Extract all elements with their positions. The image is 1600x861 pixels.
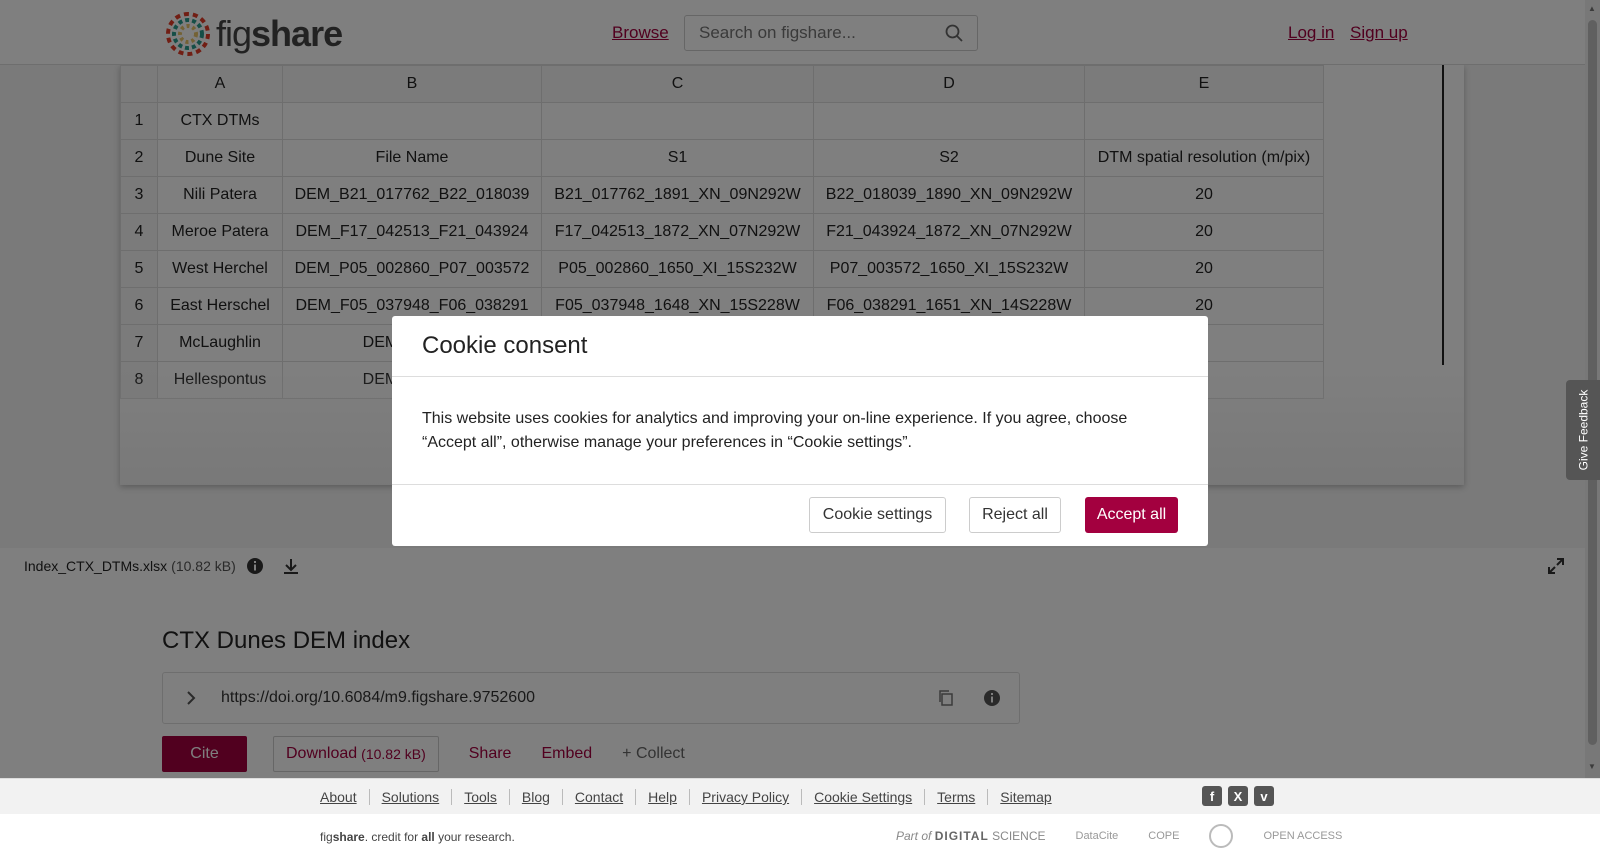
- cookie-body: This website uses cookies for analytics …: [392, 377, 1208, 485]
- footer-link[interactable]: Help: [636, 789, 690, 805]
- footer-link[interactable]: Terms: [925, 789, 989, 805]
- cope-logo[interactable]: COPE: [1148, 830, 1179, 842]
- digital-science-logo[interactable]: Part of DIGITAL SCIENCE: [896, 829, 1046, 843]
- x-twitter-icon[interactable]: X: [1228, 786, 1248, 806]
- footer-link[interactable]: About: [320, 789, 370, 805]
- vimeo-icon[interactable]: v: [1254, 786, 1274, 806]
- footer-link[interactable]: Sitemap: [988, 789, 1063, 805]
- social-links: f X v: [1202, 786, 1274, 806]
- footer-links: About Solutions Tools Blog Contact Help Privac…: [320, 789, 1064, 805]
- footer-bottom: figshare. credit for all your research. …: [0, 814, 1600, 861]
- accept-all-button[interactable]: Accept all: [1085, 497, 1178, 533]
- datacite-logo[interactable]: DataCite: [1076, 830, 1119, 842]
- open-access-logo[interactable]: OPEN ACCESS: [1263, 830, 1342, 842]
- tagline: figshare. credit for all your research.: [320, 830, 515, 844]
- reject-all-button[interactable]: Reject all: [969, 497, 1061, 533]
- footer-link[interactable]: Privacy Policy: [690, 789, 803, 805]
- footer-link[interactable]: Contact: [563, 789, 637, 805]
- partner-logos: Part of DIGITAL SCIENCE DataCite COPE OP…: [896, 824, 1342, 848]
- cookie-actions: Cookie settings Reject all Accept all: [392, 485, 1208, 545]
- footer-link[interactable]: Solutions: [370, 789, 453, 805]
- cookie-settings-button[interactable]: Cookie settings: [809, 497, 946, 533]
- footer-nav: About Solutions Tools Blog Contact Help Privac…: [0, 778, 1600, 814]
- give-feedback-tab[interactable]: Give Feedback: [1566, 380, 1600, 480]
- facebook-icon[interactable]: f: [1202, 786, 1222, 806]
- footer-link[interactable]: Tools: [452, 789, 510, 805]
- footer-link[interactable]: Cookie Settings: [802, 789, 926, 805]
- cookie-consent-modal: Cookie consent This website uses cookies…: [392, 316, 1208, 546]
- orcid-logo[interactable]: [1209, 824, 1234, 848]
- cookie-title: Cookie consent: [392, 316, 1208, 377]
- footer-link[interactable]: Blog: [510, 789, 563, 805]
